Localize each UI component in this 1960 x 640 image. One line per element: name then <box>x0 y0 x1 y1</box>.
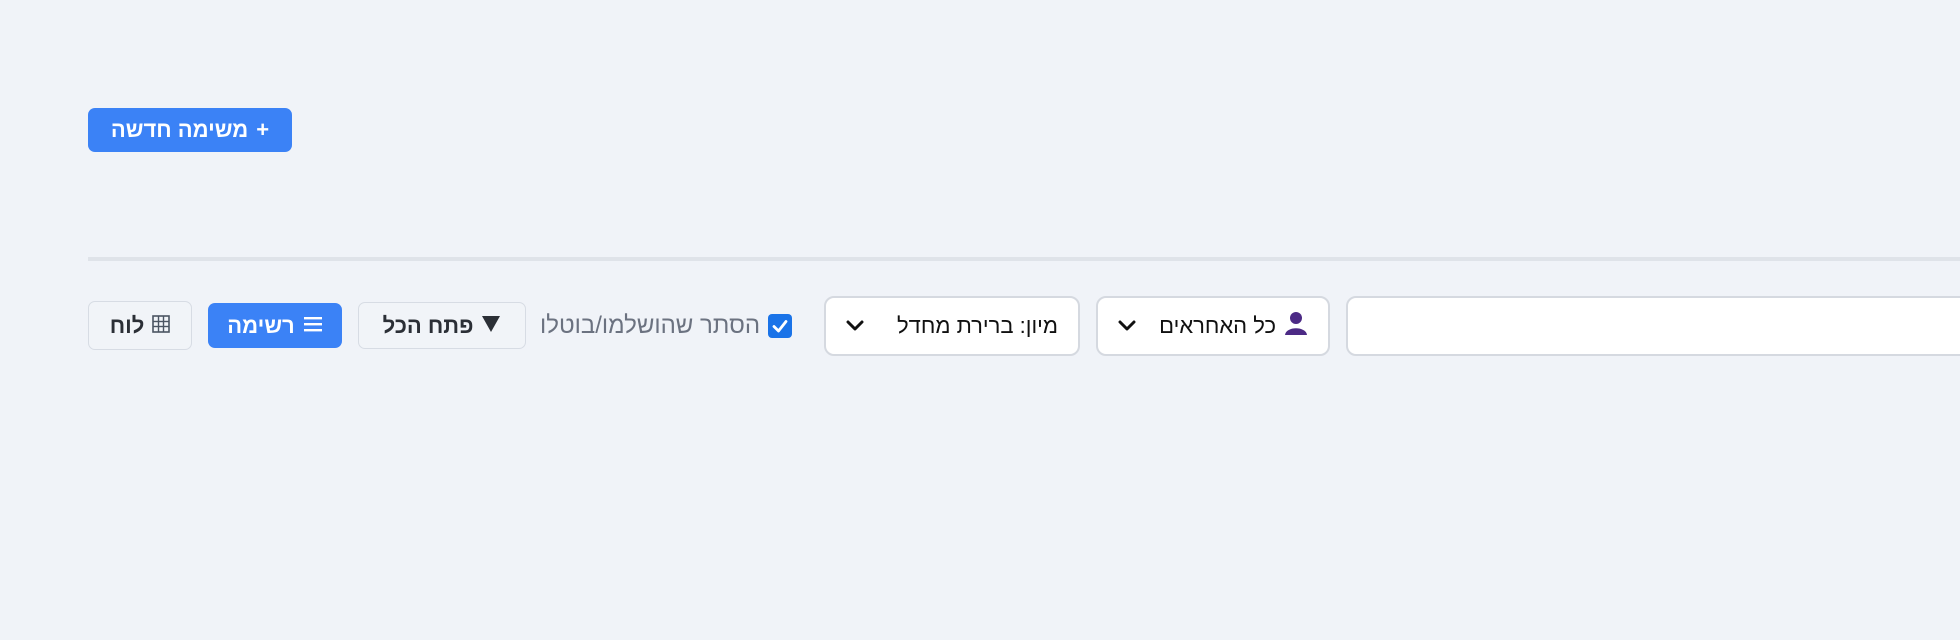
triangle-down-icon <box>481 313 501 339</box>
list-icon <box>303 313 323 339</box>
search-input[interactable] <box>1346 296 1960 356</box>
owner-select[interactable]: כל האחראים <box>1096 296 1330 356</box>
sort-select-value: מיון: ברירת מחדל <box>897 313 1058 338</box>
hide-done-toggle[interactable]: הסתר שהושלמו/בוטלו <box>540 308 793 344</box>
sort-select[interactable]: מיון: ברירת מחדל <box>824 296 1080 356</box>
check-icon <box>772 320 788 333</box>
owner-select-value: כל האחראים <box>1159 313 1276 338</box>
divider <box>88 257 1960 261</box>
list-view-button[interactable]: רשימה <box>208 303 342 348</box>
expand-all-button[interactable]: פתח הכל <box>358 302 526 349</box>
hide-done-label: הסתר שהושלמו/בוטלו <box>540 312 761 339</box>
new-task-button[interactable]: + משימה חדשה <box>88 108 292 152</box>
hide-done-checkbox[interactable] <box>768 314 793 338</box>
person-icon <box>1284 310 1308 342</box>
grid-icon <box>152 313 171 339</box>
plus-icon: + <box>256 117 270 142</box>
new-task-label: משימה חדשה <box>110 117 249 142</box>
chevron-down-icon <box>846 320 864 332</box>
board-view-label: לוח <box>109 312 145 338</box>
board-view-button[interactable]: לוח <box>88 301 192 350</box>
toolbar: לוח רשימה פתח הכל הסתר שהושלמו/בוטלו מיו… <box>0 294 1960 358</box>
list-view-label: רשימה <box>227 312 295 338</box>
chevron-down-icon <box>1118 320 1136 332</box>
expand-all-label: פתח הכל <box>382 312 474 338</box>
